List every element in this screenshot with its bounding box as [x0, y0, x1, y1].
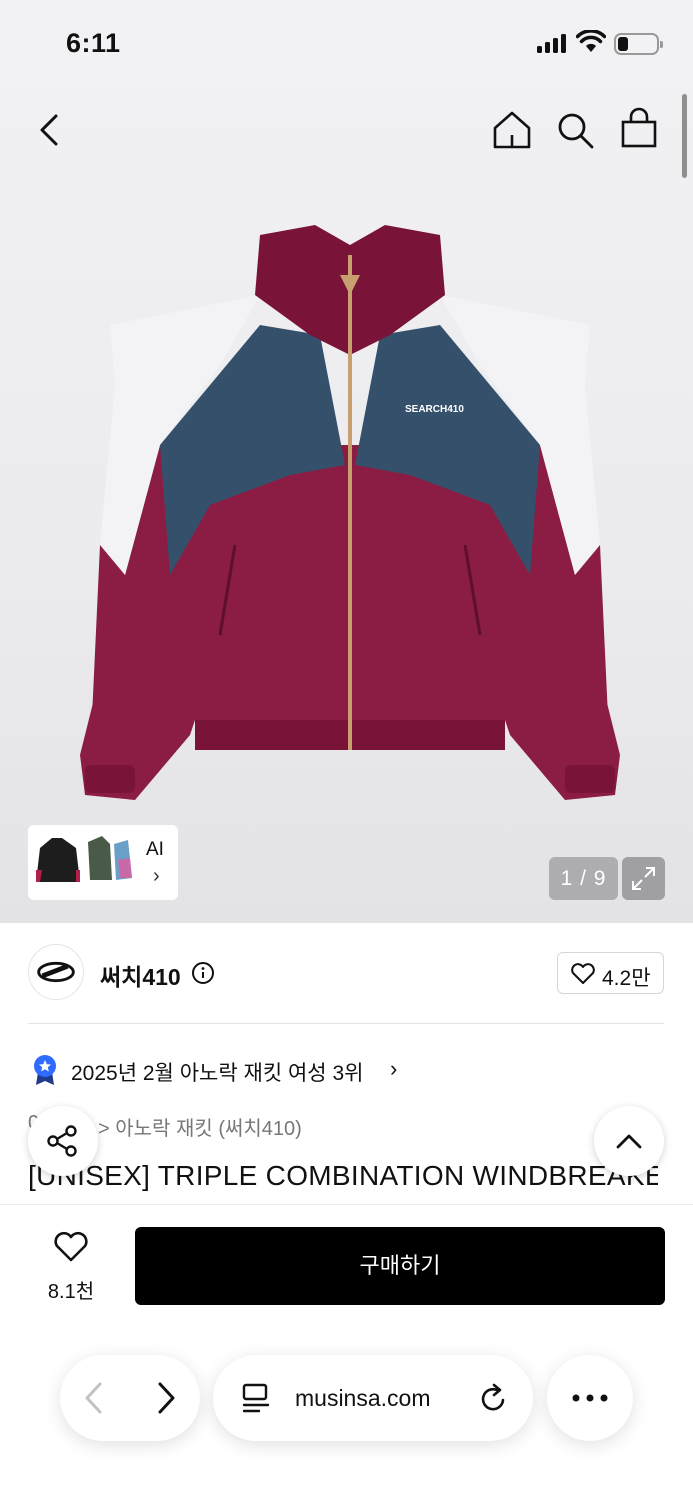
breadcrumb[interactable]: > 아노락 재킷 (써치410)	[98, 1112, 302, 1141]
share-icon	[47, 1125, 77, 1157]
ai-label[interactable]: AI	[146, 839, 164, 861]
info-icon[interactable]	[191, 961, 215, 985]
back-icon[interactable]	[30, 110, 70, 150]
product-gallery[interactable]: SEARCH410 AI › 1 / 9	[0, 90, 693, 923]
address-domain[interactable]: musinsa.com	[295, 1385, 430, 1412]
thumbnail-images[interactable]	[32, 830, 136, 892]
brand-logo[interactable]	[28, 944, 84, 1000]
product-title: [UNISEX] TRIPLE COMBINATION WINDBREAKER	[28, 1160, 658, 1191]
wifi-icon	[576, 30, 606, 52]
heart-icon	[54, 1231, 88, 1262]
jacket-logo-text: SEARCH410	[405, 404, 464, 415]
home-icon[interactable]	[490, 108, 534, 152]
scrollbar[interactable]	[682, 94, 687, 178]
browser-nav-group	[60, 1355, 200, 1441]
reader-icon[interactable]	[241, 1382, 271, 1414]
heart-icon	[571, 963, 595, 984]
battery-icon	[614, 33, 663, 55]
divider	[28, 1023, 664, 1024]
status-time: 6:11	[66, 28, 121, 58]
product-image[interactable]: SEARCH410	[60, 215, 640, 805]
reload-icon[interactable]	[479, 1382, 509, 1414]
chevron-right-icon[interactable]: ›	[153, 865, 160, 888]
expand-icon[interactable]	[622, 857, 665, 900]
wishlist-button[interactable]: 8.1천	[38, 1231, 104, 1303]
browser-more-button[interactable]	[547, 1355, 633, 1441]
address-bar[interactable]: musinsa.com	[213, 1355, 533, 1441]
brand-like-button[interactable]: 4.2만	[557, 952, 664, 994]
ranking-text[interactable]: 2025년 2월 아노락 재킷 여성 3위	[71, 1057, 363, 1087]
wishlist-count: 8.1천	[47, 1281, 95, 1303]
browser-back-icon[interactable]	[82, 1381, 106, 1415]
purchase-bar: 8.1천 구매하기 musinsa.com	[0, 1204, 693, 1500]
browser-forward-icon[interactable]	[154, 1381, 178, 1415]
thumbnail-strip[interactable]: AI ›	[28, 825, 178, 900]
brand-like-count: 4.2만	[602, 967, 651, 990]
search-icon[interactable]	[555, 110, 597, 152]
brand-name[interactable]: 써치410	[100, 958, 181, 992]
status-bar: 6:11	[0, 0, 693, 90]
buy-button[interactable]: 구매하기	[135, 1227, 665, 1305]
cellular-signal-icon	[537, 33, 569, 53]
share-button[interactable]	[28, 1106, 98, 1176]
chevron-right-icon[interactable]: ›	[390, 1056, 397, 1082]
bag-icon[interactable]	[618, 106, 660, 150]
more-icon	[572, 1394, 608, 1402]
chevron-up-icon	[616, 1134, 642, 1149]
image-counter: 1 / 9	[549, 857, 618, 900]
ranking-badge-icon	[34, 1055, 56, 1085]
scroll-top-button[interactable]	[594, 1106, 664, 1176]
